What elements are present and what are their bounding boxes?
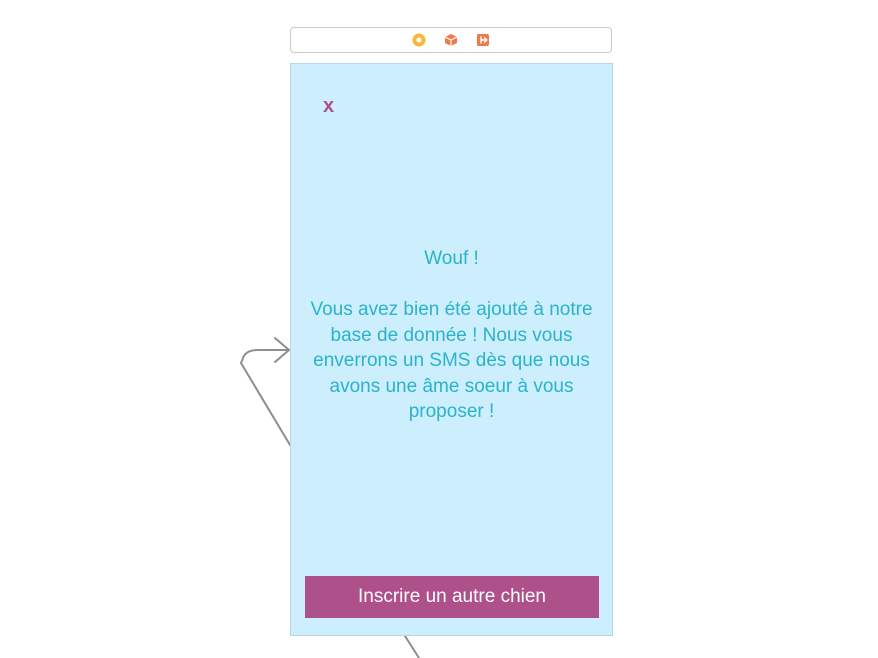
close-button[interactable]: x — [323, 94, 334, 118]
confirmation-message: Wouf ! Vous avez bien été ajouté à notre… — [310, 248, 593, 422]
scene-dock — [290, 27, 612, 53]
first-responder-icon[interactable] — [444, 33, 458, 47]
exit-icon[interactable] — [476, 33, 490, 47]
view-controller-screen: x Wouf ! Vous avez bien été ajouté à not… — [290, 63, 613, 636]
view-controller-icon[interactable] — [412, 33, 426, 47]
register-another-dog-button[interactable]: Inscrire un autre chien — [305, 576, 599, 618]
storyboard-canvas: x Wouf ! Vous avez bien été ajouté à not… — [0, 0, 878, 658]
